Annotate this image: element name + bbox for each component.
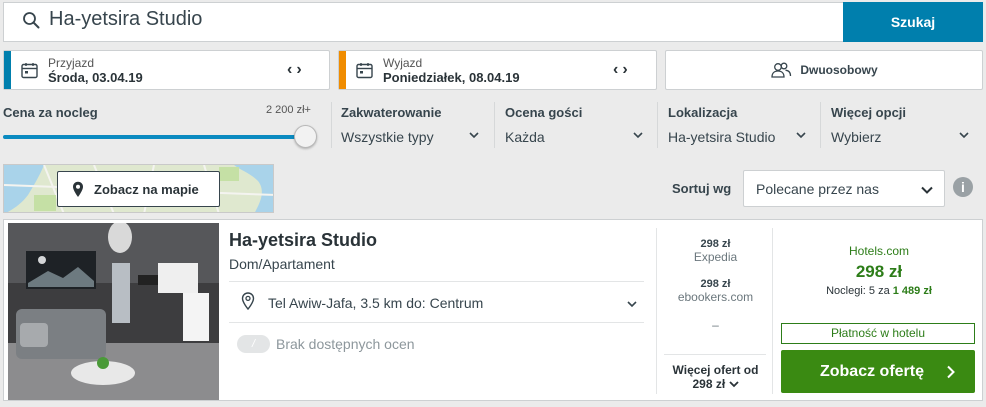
accommodation-filter-label: Zakwaterowanie	[341, 105, 442, 120]
hotel-name[interactable]: Ha-yetsira Studio	[229, 230, 377, 251]
best-deal-price[interactable]: 298 zł	[779, 262, 979, 282]
nights-total: 1 489 zł	[892, 285, 932, 297]
map-pin-icon	[73, 181, 83, 197]
checkin-label: Przyjazd	[48, 56, 95, 70]
alt-offer-price: 298 zł	[700, 278, 731, 290]
best-deal-provider[interactable]: Hotels.com	[779, 244, 979, 258]
view-on-map-label: Zobacz na mapie	[94, 181, 199, 197]
chevron-right-icon[interactable]: ›	[622, 61, 631, 78]
more-offers-price: 298 zł	[692, 377, 726, 391]
search-button[interactable]: Szukaj	[843, 2, 983, 42]
hotel-photo[interactable]	[8, 223, 219, 400]
info-icon[interactable]: i	[953, 177, 973, 197]
alt-offer-placeholder: –	[659, 318, 772, 332]
alt-offer-price: 298 zł	[700, 238, 731, 250]
chevron-right-icon	[947, 365, 955, 378]
checkin-date: Środa, 03.04.19	[48, 70, 143, 85]
alt-offer-empty: –	[712, 318, 719, 332]
more-offers-label: Więcej ofert od	[672, 363, 759, 377]
chevron-left-icon[interactable]: ‹	[287, 61, 296, 78]
sort-select[interactable]: Polecane przez nas	[743, 170, 945, 207]
hotel-location[interactable]: Tel Awiw-Jafa, 3.5 km do: Centrum	[268, 295, 483, 311]
rating-text: Brak dostępnych ocen	[276, 336, 415, 352]
view-deal-label: Zobacz ofertę	[819, 362, 924, 380]
chevron-down-icon[interactable]	[795, 129, 807, 141]
divider	[664, 354, 766, 355]
checkout-accent	[339, 51, 346, 89]
chevron-down-icon[interactable]	[958, 129, 970, 141]
more-offers-button[interactable]: Więcej ofert od 298 zł	[659, 363, 772, 391]
divider	[229, 322, 644, 323]
chevron-left-icon[interactable]: ‹	[613, 61, 622, 78]
filter-divider	[820, 102, 821, 148]
chevron-down-icon[interactable]	[632, 129, 644, 141]
checkout-label: Wyjazd	[383, 56, 423, 70]
search-query[interactable]: Ha-yetsira Studio	[49, 8, 202, 31]
price-filter-label: Cena za nocleg	[3, 105, 98, 120]
chevron-down-icon	[921, 186, 933, 194]
checkout-field[interactable]: Wyjazd Poniedziałek, 08.04.19 ‹›	[338, 50, 657, 90]
pay-at-hotel-badge: Płatność w hotelu	[781, 323, 975, 344]
price-filter-max: 2 200 zł+	[266, 104, 311, 116]
alt-offer-site: ebookers.com	[677, 290, 754, 304]
hotel-photo-image	[8, 223, 219, 400]
rating-filter-label: Ocena gości	[505, 105, 583, 120]
search-icon	[23, 12, 40, 29]
filter-divider	[494, 102, 495, 148]
column-divider	[772, 228, 773, 394]
hotel-type: Dom/Apartament	[229, 256, 335, 272]
calendar-icon	[356, 63, 373, 79]
divider	[229, 281, 644, 282]
checkin-field[interactable]: Przyjazd Środa, 03.04.19 ‹›	[3, 50, 330, 90]
checkin-prev-next[interactable]: ‹›	[287, 61, 306, 79]
room-type-selector[interactable]: Dwuosobowy	[665, 50, 983, 90]
location-filter-label: Lokalizacja	[668, 105, 738, 120]
price-slider-handle[interactable]	[294, 125, 317, 148]
chevron-down-icon	[728, 381, 739, 388]
column-divider	[656, 228, 657, 394]
hotel-result-card[interactable]: Ha-yetsira Studio Dom/Apartament Tel Awi…	[3, 219, 983, 401]
more-options-value[interactable]: Wybierz	[831, 129, 881, 145]
view-deal-button[interactable]: Zobacz ofertę	[781, 350, 975, 393]
alt-offer-site: Expedia	[693, 250, 738, 264]
sort-label: Sortuj wg	[672, 181, 732, 196]
guests-icon	[771, 62, 792, 78]
checkout-date: Poniedziałek, 08.04.19	[383, 70, 520, 85]
alt-offer-expedia[interactable]: 298 zł Expedia	[659, 238, 772, 264]
filter-divider	[657, 102, 658, 148]
total-stay-price: Noclegi: 5 za 1 489 zł	[779, 285, 979, 297]
checkout-prev-next[interactable]: ‹›	[613, 61, 632, 79]
alt-offer-ebookers[interactable]: 298 zł ebookers.com	[659, 278, 772, 304]
rating-badge: /	[237, 335, 270, 353]
sort-selected-value: Polecane przez nas	[756, 181, 879, 197]
calendar-icon	[21, 63, 38, 79]
chevron-down-icon[interactable]	[468, 129, 480, 141]
filter-divider	[331, 102, 332, 148]
more-options-label: Więcej opcji	[831, 105, 907, 120]
nights-prefix: Noclegi: 5 za	[826, 285, 890, 297]
view-on-map-button[interactable]: Zobacz na mapie	[57, 171, 220, 207]
more-offers-price-row: 298 zł	[659, 377, 772, 391]
checkin-accent	[4, 51, 11, 89]
accommodation-filter-value[interactable]: Wszystkie typy	[341, 129, 434, 145]
rating-filter-value[interactable]: Każda	[505, 129, 545, 145]
map-pin-icon	[241, 292, 255, 310]
price-slider-track[interactable]	[3, 135, 309, 139]
chevron-right-icon[interactable]: ›	[296, 61, 305, 78]
room-type-label: Dwuosobowy	[800, 63, 878, 77]
location-filter-value[interactable]: Ha-yetsira Studio	[668, 129, 775, 145]
chevron-down-icon[interactable]	[626, 298, 638, 310]
